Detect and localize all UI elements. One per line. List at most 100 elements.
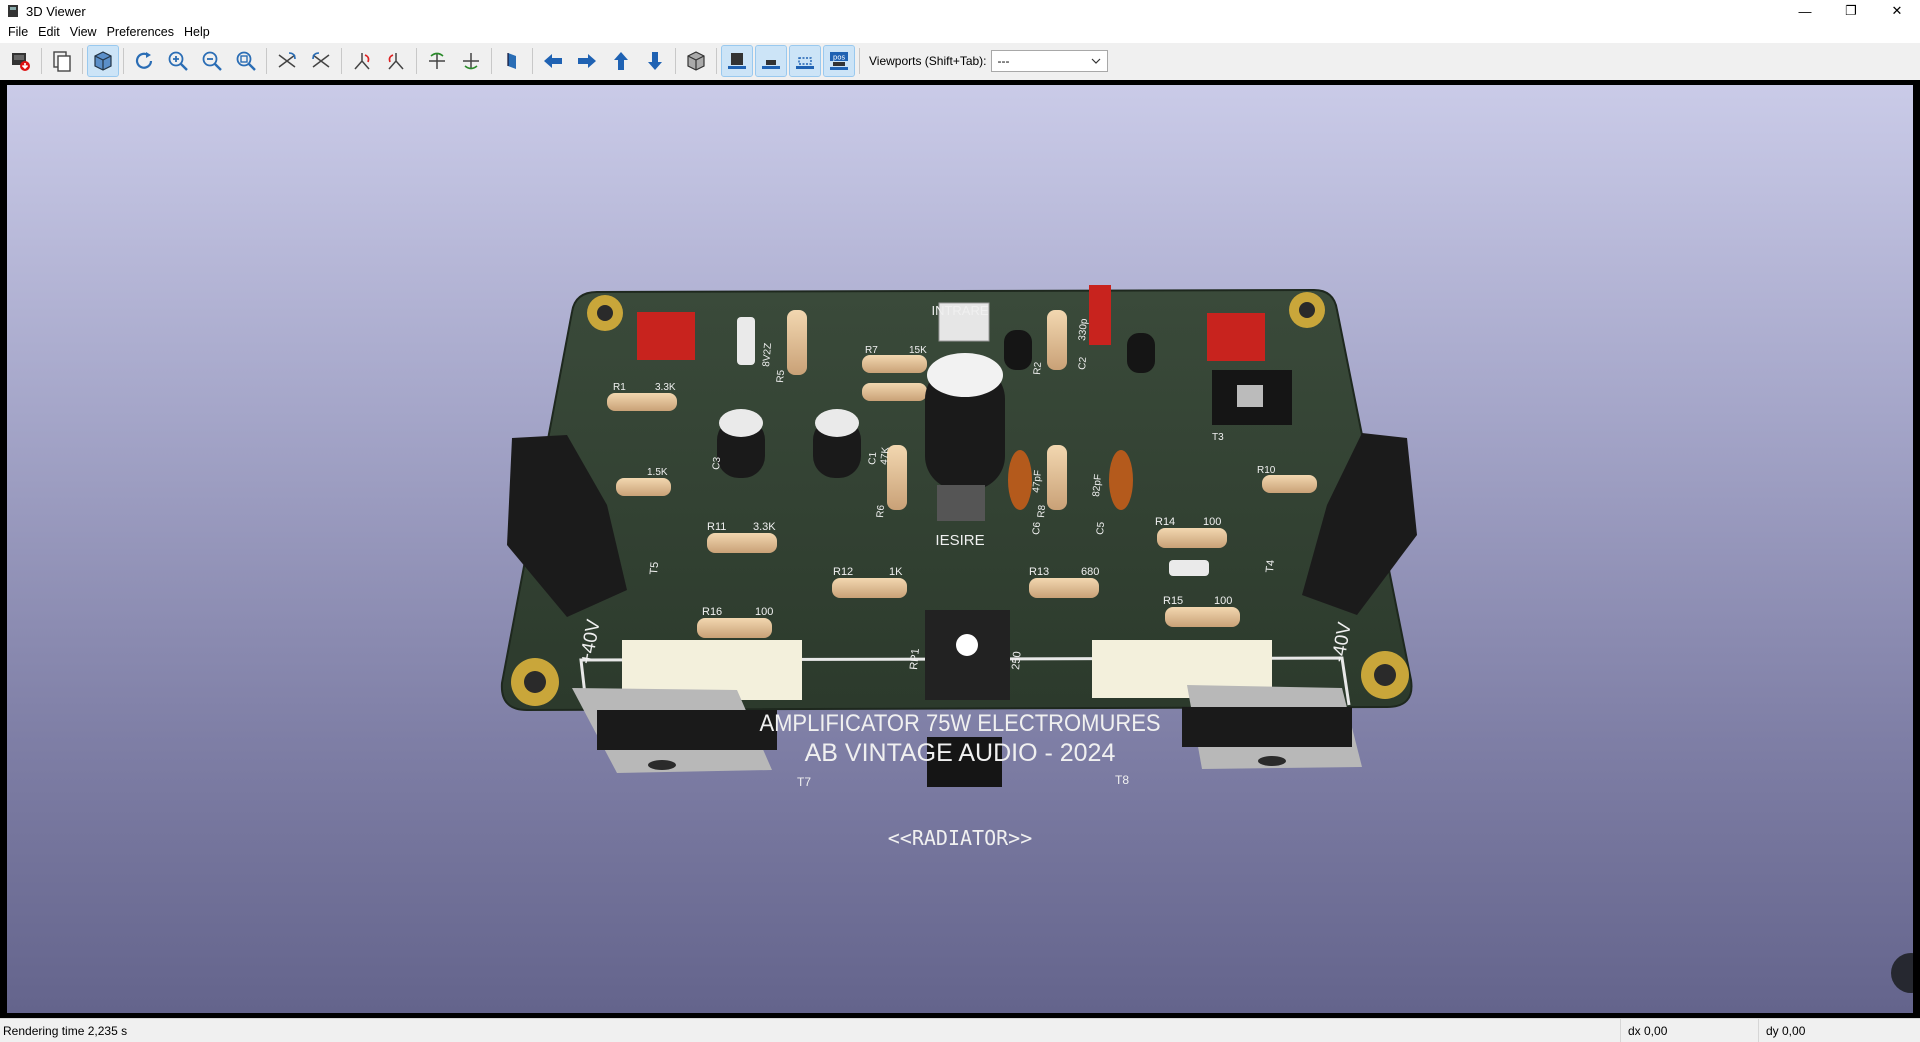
- r7-value: 15K: [909, 345, 927, 356]
- r1-value: 3.3K: [655, 382, 676, 393]
- toolbar-separator: [716, 48, 717, 74]
- rp1-value: 250: [1010, 651, 1024, 670]
- copy-to-clipboard-button[interactable]: [47, 46, 77, 76]
- t5-label: T5: [648, 561, 661, 575]
- r8-label: R8: [1036, 504, 1048, 518]
- move-left-button[interactable]: [538, 46, 568, 76]
- r6-label: R6: [875, 504, 887, 518]
- r1-label: R1: [613, 382, 626, 393]
- toolbar-separator: [266, 48, 267, 74]
- show-smd-button[interactable]: [755, 45, 787, 77]
- maximize-button[interactable]: ❐: [1828, 0, 1874, 22]
- rotate-z-ccw-button[interactable]: [456, 46, 486, 76]
- toolbar-separator: [416, 48, 417, 74]
- menu-help[interactable]: Help: [179, 22, 215, 43]
- resistor: [862, 355, 927, 373]
- cube-icon: [687, 51, 705, 71]
- chevron-down-icon: [1091, 58, 1100, 64]
- rotate-y-ccw-button[interactable]: [381, 46, 411, 76]
- r14-label: R14: [1155, 516, 1175, 528]
- rotate-x-ccw-icon: [312, 52, 330, 68]
- c2-value: 330p: [1077, 318, 1090, 342]
- electrolytic-capacitor: [925, 353, 1005, 490]
- ceramic-capacitor: [1109, 450, 1133, 510]
- menu-preferences[interactable]: Preferences: [102, 22, 179, 43]
- zoom-in-button[interactable]: [163, 46, 193, 76]
- move-down-button[interactable]: [640, 46, 670, 76]
- rotate-y-cw-button[interactable]: [347, 46, 377, 76]
- rotate-z-cw-icon: [429, 52, 445, 69]
- rendering-time-status: Rendering time 2,235 s: [3, 1024, 128, 1038]
- app-icon: [8, 5, 18, 17]
- tht-component-icon: [728, 53, 746, 69]
- 3d-canvas[interactable]: AMPLIFICATOR 75W ELECTROMURES AB VINTAGE…: [7, 85, 1913, 1013]
- viewports-value: ---: [997, 54, 1010, 68]
- resistor: [787, 310, 807, 375]
- viewports-dropdown[interactable]: ---: [990, 50, 1108, 72]
- resistor: [832, 578, 907, 598]
- t3-label: T3: [1212, 432, 1224, 443]
- r-value-15k: 1.5K: [647, 467, 668, 478]
- virtual-component-icon: [796, 57, 814, 69]
- board-title-line1: AMPLIFICATOR 75W ELECTROMURES: [759, 709, 1160, 736]
- t4-label: T4: [1264, 559, 1277, 573]
- c2-label: C2: [1077, 356, 1089, 370]
- small-transistor: [1127, 333, 1155, 373]
- orthographic-toggle-button[interactable]: [681, 46, 711, 76]
- status-divider: [1758, 1019, 1759, 1042]
- show-not-in-pos-button[interactable]: pos: [823, 45, 855, 77]
- rotate-y-ccw-icon: [388, 53, 404, 70]
- resistor: [1047, 310, 1067, 370]
- menu-edit[interactable]: Edit: [33, 22, 65, 43]
- ceramic-capacitor: [1008, 450, 1032, 510]
- r5-label: R5: [775, 369, 787, 383]
- resistor: [1047, 445, 1067, 510]
- r7-label: R7: [865, 345, 878, 356]
- rotate-x-cw-icon: [278, 52, 296, 68]
- export-image-button[interactable]: [6, 46, 36, 76]
- refresh-icon: [135, 52, 153, 69]
- electrolytic-capacitor: [717, 409, 765, 478]
- r15-label: R15: [1163, 595, 1183, 607]
- c1-value: 47K: [879, 446, 892, 465]
- resistor: [1262, 475, 1317, 493]
- close-button[interactable]: ✕: [1874, 0, 1920, 22]
- resistor: [707, 533, 777, 553]
- arrow-up-icon: [614, 52, 628, 70]
- zoom-out-button[interactable]: [197, 46, 227, 76]
- show-virtual-button[interactable]: [789, 45, 821, 77]
- rotate-x-cw-button[interactable]: [272, 46, 302, 76]
- toolbar-separator: [675, 48, 676, 74]
- diode: [737, 317, 755, 365]
- rotate-z-cw-button[interactable]: [422, 46, 452, 76]
- red-capacitor: [637, 312, 695, 360]
- zoom-fit-button[interactable]: [231, 46, 261, 76]
- move-right-button[interactable]: [572, 46, 602, 76]
- menu-file[interactable]: File: [3, 22, 33, 43]
- show-tht-button[interactable]: [721, 45, 753, 77]
- r16-label: R16: [702, 606, 722, 618]
- t7-label: T7: [797, 775, 811, 789]
- zoom-fit-icon: [236, 51, 256, 71]
- resistor: [607, 393, 677, 411]
- reload-board-button[interactable]: [129, 46, 159, 76]
- mounting-hole: [1361, 651, 1409, 699]
- small-transistor: [937, 485, 985, 521]
- rotate-x-ccw-button[interactable]: [306, 46, 336, 76]
- resistor: [1165, 607, 1240, 627]
- toolbar-separator: [41, 48, 42, 74]
- c6-value: 47pF: [1031, 470, 1044, 494]
- mounting-hole: [1289, 292, 1325, 328]
- status-dx: dx 0,00: [1628, 1024, 1668, 1038]
- menu-view[interactable]: View: [65, 22, 102, 43]
- arrow-right-icon: [578, 54, 596, 68]
- c5-value: 82pF: [1091, 474, 1104, 498]
- minimize-button[interactable]: —: [1782, 0, 1828, 22]
- raytracing-toggle-button[interactable]: [87, 45, 119, 77]
- flip-board-button[interactable]: [497, 46, 527, 76]
- radiator-label: <<RADIATOR>>: [888, 826, 1033, 850]
- c3-label: C3: [711, 456, 723, 470]
- move-up-button[interactable]: [606, 46, 636, 76]
- diode: [1169, 560, 1209, 576]
- viewer-frame: AMPLIFICATOR 75W ELECTROMURES AB VINTAGE…: [0, 80, 1920, 1018]
